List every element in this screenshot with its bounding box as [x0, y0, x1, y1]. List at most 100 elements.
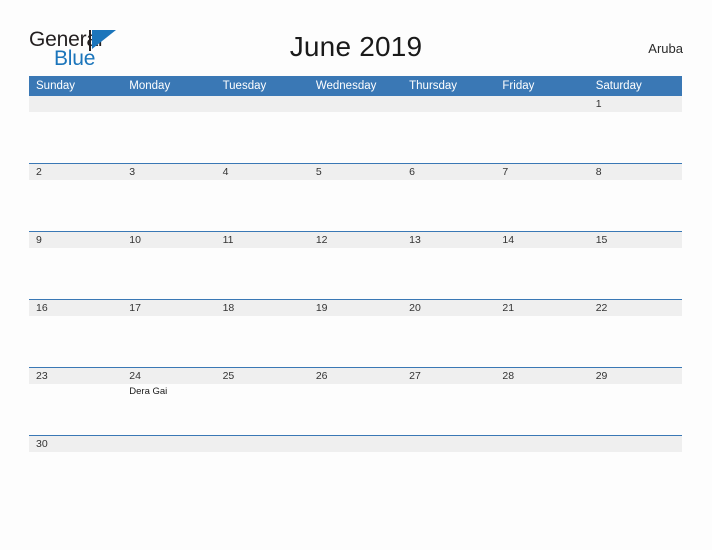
day-number[interactable]: 22 [589, 300, 682, 316]
day-cell [216, 452, 309, 468]
day-cell[interactable] [402, 384, 495, 435]
calendar-week-row: 1 [29, 96, 682, 163]
day-cell[interactable] [216, 248, 309, 299]
day-number[interactable]: 17 [122, 300, 215, 316]
day-cell[interactable] [122, 248, 215, 299]
calendar-week-row: 23 24 25 26 27 28 29 Dera Gai [29, 367, 682, 435]
day-number[interactable]: 7 [495, 164, 588, 180]
day-cell[interactable] [29, 180, 122, 231]
day-cell[interactable] [122, 316, 215, 367]
calendar-week-row: 2345678 [29, 163, 682, 231]
day-number[interactable]: 19 [309, 300, 402, 316]
weekday-header-monday: Monday [129, 80, 171, 92]
week-date-number-band: 2345678 [29, 164, 682, 180]
day-number-empty [216, 436, 309, 452]
day-cell [495, 112, 588, 163]
day-number[interactable]: 12 [309, 232, 402, 248]
day-cell[interactable] [402, 316, 495, 367]
day-cell[interactable] [402, 248, 495, 299]
weekday-header-wednesday: Wednesday [315, 80, 377, 92]
day-number[interactable]: 2 [29, 164, 122, 180]
page-header: General Blue June 2019 Aruba [0, 0, 712, 76]
day-number[interactable]: 16 [29, 300, 122, 316]
day-number[interactable]: 13 [402, 232, 495, 248]
day-cell[interactable] [495, 384, 588, 435]
day-cell [495, 452, 588, 468]
week-date-number-band: 16 17 18 19 20 21 22 [29, 300, 682, 316]
day-number[interactable]: 15 [589, 232, 682, 248]
day-cell[interactable] [495, 316, 588, 367]
day-number-empty [309, 96, 402, 112]
day-cell[interactable] [495, 248, 588, 299]
weekday-header-row: Sunday Monday Tuesday Wednesday Thursday… [29, 76, 682, 96]
day-number-empty [402, 96, 495, 112]
calendar-week-row: 30 [29, 435, 682, 468]
day-cell[interactable] [589, 112, 682, 163]
day-number[interactable]: 24 [122, 368, 215, 384]
week-event-band [29, 316, 682, 367]
day-number-empty [589, 436, 682, 452]
day-number[interactable]: 30 [29, 436, 122, 452]
day-number[interactable]: 18 [216, 300, 309, 316]
day-number-empty [309, 436, 402, 452]
day-cell [402, 452, 495, 468]
day-cell[interactable] [29, 316, 122, 367]
day-cell[interactable] [216, 316, 309, 367]
day-number[interactable]: 25 [216, 368, 309, 384]
day-number[interactable]: 11 [216, 232, 309, 248]
day-number[interactable]: 8 [589, 164, 682, 180]
calendar-event[interactable]: Dera Gai [129, 386, 215, 398]
week-event-band [29, 452, 682, 468]
day-cell[interactable] [402, 180, 495, 231]
day-number[interactable]: 5 [309, 164, 402, 180]
day-cell[interactable] [216, 180, 309, 231]
day-number[interactable]: 10 [122, 232, 215, 248]
day-cell[interactable] [495, 180, 588, 231]
week-event-band [29, 248, 682, 299]
day-cell[interactable] [309, 316, 402, 367]
week-event-band [29, 112, 682, 163]
day-number[interactable]: 1 [589, 96, 682, 112]
day-cell[interactable] [29, 452, 122, 468]
day-number-empty [495, 436, 588, 452]
day-cell[interactable] [29, 384, 122, 435]
day-number[interactable]: 27 [402, 368, 495, 384]
day-cell [589, 452, 682, 468]
week-event-band [29, 180, 682, 231]
week-date-number-band: 1 [29, 96, 682, 112]
day-cell[interactable] [589, 248, 682, 299]
day-cell [122, 452, 215, 468]
day-cell[interactable] [589, 384, 682, 435]
day-number[interactable]: 4 [216, 164, 309, 180]
day-number[interactable]: 23 [29, 368, 122, 384]
day-number[interactable]: 29 [589, 368, 682, 384]
day-cell [216, 112, 309, 163]
day-number[interactable]: 3 [122, 164, 215, 180]
day-cell[interactable] [589, 180, 682, 231]
page-title: June 2019 [289, 31, 423, 62]
day-number[interactable]: 6 [402, 164, 495, 180]
day-number-empty [216, 96, 309, 112]
day-number-empty [402, 436, 495, 452]
calendar-grid: Sunday Monday Tuesday Wednesday Thursday… [29, 76, 682, 468]
day-number[interactable]: 14 [495, 232, 588, 248]
day-number[interactable]: 26 [309, 368, 402, 384]
day-cell[interactable]: Dera Gai [122, 384, 215, 435]
week-date-number-band: 30 [29, 436, 682, 452]
day-cell[interactable] [216, 384, 309, 435]
day-cell[interactable] [309, 248, 402, 299]
day-cell[interactable] [309, 384, 402, 435]
day-number[interactable]: 28 [495, 368, 588, 384]
day-number-empty [29, 96, 122, 112]
week-date-number-band: 23 24 25 26 27 28 29 [29, 368, 682, 384]
day-number[interactable]: 21 [495, 300, 588, 316]
day-cell [122, 112, 215, 163]
day-number[interactable]: 20 [402, 300, 495, 316]
day-cell[interactable] [29, 248, 122, 299]
region-label: Aruba [648, 41, 683, 56]
weekday-header-tuesday: Tuesday [222, 80, 267, 92]
day-cell[interactable] [589, 316, 682, 367]
day-cell[interactable] [122, 180, 215, 231]
day-number[interactable]: 9 [29, 232, 122, 248]
day-cell[interactable] [309, 180, 402, 231]
